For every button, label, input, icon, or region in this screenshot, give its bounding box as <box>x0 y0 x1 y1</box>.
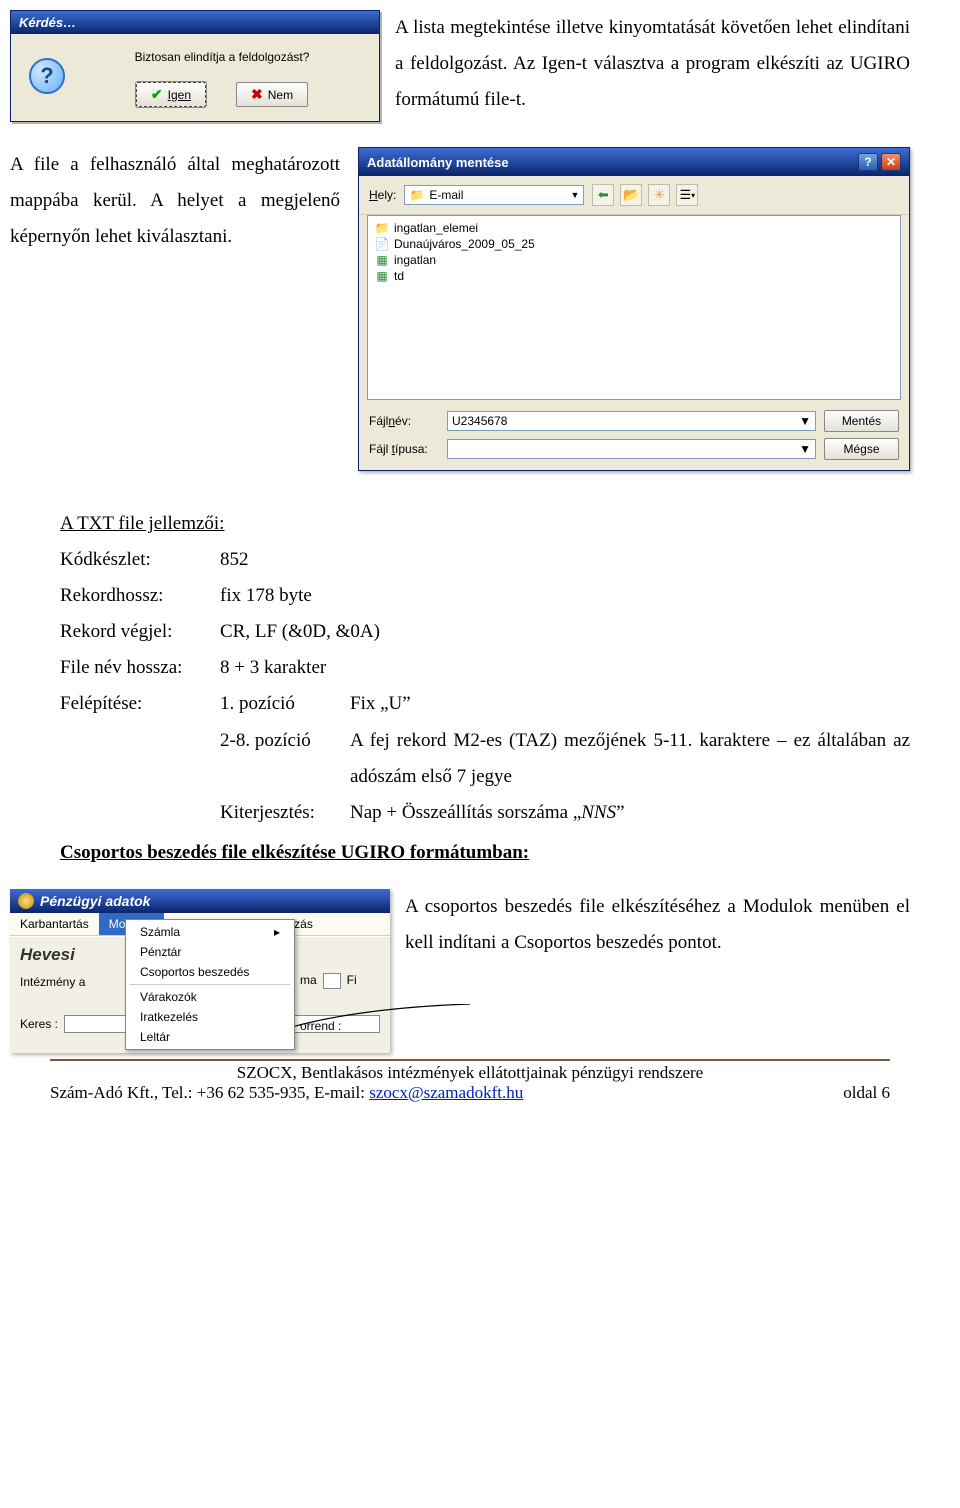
filetype-label: Fájl típusa: <box>369 442 439 456</box>
paragraph-2: A file a felhasználó által meghatározott… <box>10 147 340 471</box>
cancel-button[interactable]: Mégse <box>824 438 899 460</box>
form-label-1: Intézmény a <box>20 975 85 989</box>
location-combo[interactable]: 📁 E-mail ▼ <box>404 185 584 205</box>
menu-item-szamla[interactable]: Számla▸ <box>126 922 294 942</box>
question-icon: ? <box>29 58 65 94</box>
modulok-dropdown: Számla▸ Pénztár Csoportos beszedés Várak… <box>125 919 295 1050</box>
list-item[interactable]: ▦ingatlan <box>372 252 896 268</box>
menu-item-varakozok[interactable]: Várakozók <box>126 987 294 1007</box>
back-button[interactable]: ⬅ <box>592 184 614 206</box>
folder-icon: 📁 <box>409 188 425 202</box>
menu-item-leltar[interactable]: Leltár <box>126 1027 294 1047</box>
form-label-2: Keres : <box>20 1017 58 1031</box>
close-button[interactable]: ✕ <box>881 153 901 171</box>
filetype-input[interactable]: ▼ <box>447 439 816 459</box>
menu-separator <box>130 984 290 985</box>
no-button-label: Nem <box>268 88 293 102</box>
xls-icon: ▦ <box>374 253 390 267</box>
chevron-down-icon: ▼ <box>570 190 579 200</box>
form-fragment: ma <box>300 973 317 989</box>
menu-item-csoportos[interactable]: Csoportos beszedés <box>126 962 294 982</box>
check-icon: ✔ <box>151 86 163 103</box>
app-window-title: Pénzügyi adatok <box>40 893 150 909</box>
menu-karbantartas[interactable]: Karbantartás <box>10 913 99 935</box>
cross-icon: ✖ <box>251 86 263 103</box>
question-dialog-titlebar: Kérdés… <box>11 11 379 34</box>
filename-label: Fájlnév: <box>369 414 439 428</box>
file-icon: 📄 <box>374 237 390 251</box>
list-item[interactable]: 📁ingatlan_elemei <box>372 220 896 236</box>
list-item[interactable]: 📄Dunaújváros_2009_05_25 <box>372 236 896 252</box>
question-dialog-title: Kérdés… <box>19 15 76 30</box>
page-footer: SZOCX, Bentlakásos intézmények ellátottj… <box>50 1059 890 1103</box>
xls-icon: ▦ <box>374 269 390 283</box>
file-list[interactable]: 📁ingatlan_elemei 📄Dunaújváros_2009_05_25… <box>367 215 901 400</box>
up-folder-button[interactable]: 📂 <box>620 184 642 206</box>
submenu-arrow-icon: ▸ <box>274 925 280 939</box>
txt-heading: A TXT file jellemzői: <box>60 506 910 542</box>
page-number: oldal 6 <box>843 1083 890 1103</box>
views-button[interactable]: ☰▾ <box>676 184 698 206</box>
form-fragment: orrend : <box>300 1019 341 1033</box>
form-fragment: Fi <box>347 973 357 989</box>
no-button[interactable]: ✖ Nem <box>236 82 308 107</box>
chevron-down-icon: ▼ <box>799 442 811 456</box>
yes-button-label: Igen <box>168 88 191 102</box>
paragraph-3: A csoportos beszedés file elkészítéséhez… <box>405 889 910 1053</box>
save-dialog-titlebar: Adatállomány mentése ? ✕ <box>359 148 909 176</box>
new-folder-button[interactable]: ✳ <box>648 184 670 206</box>
footer-line1: SZOCX, Bentlakásos intézmények ellátottj… <box>50 1063 890 1083</box>
list-item[interactable]: ▦td <box>372 268 896 284</box>
question-dialog: Kérdés… ? Biztosan elindítja a feldolgoz… <box>10 10 380 122</box>
question-dialog-message: Biztosan elindítja a feldolgozást? <box>75 50 369 64</box>
chevron-down-icon: ▼ <box>799 414 811 428</box>
yes-button[interactable]: ✔ Igen <box>136 82 206 107</box>
fragment-input[interactable] <box>323 973 341 989</box>
save-dialog-title: Adatállomány mentése <box>367 155 509 170</box>
paragraph-1: A lista megtekintése illetve kinyomtatás… <box>395 10 910 122</box>
app-menu-screenshot: Pénzügyi adatok Karbantartás Modulok Lek… <box>10 889 390 1053</box>
folder-icon: 📁 <box>374 221 390 235</box>
location-label: Hely: <box>369 188 396 202</box>
app-window-titlebar: Pénzügyi adatok <box>10 889 390 913</box>
txt-file-properties: A TXT file jellemzői: Kódkészlet:852 Rek… <box>60 506 910 871</box>
bold-heading: Csoportos beszedés file elkészítése UGIR… <box>60 842 529 863</box>
filename-input[interactable]: U2345678▼ <box>447 411 816 431</box>
help-button[interactable]: ? <box>858 153 878 171</box>
menu-item-iratkezeles[interactable]: Iratkezelés <box>126 1007 294 1027</box>
menu-item-penztar[interactable]: Pénztár <box>126 942 294 962</box>
footer-email-link[interactable]: szocx@szamadokft.hu <box>369 1083 523 1102</box>
save-button[interactable]: Mentés <box>824 410 899 432</box>
location-value: E-mail <box>429 188 463 202</box>
coin-icon <box>18 893 34 909</box>
save-dialog: Adatállomány mentése ? ✕ Hely: 📁 E-mail ▼… <box>358 147 910 471</box>
